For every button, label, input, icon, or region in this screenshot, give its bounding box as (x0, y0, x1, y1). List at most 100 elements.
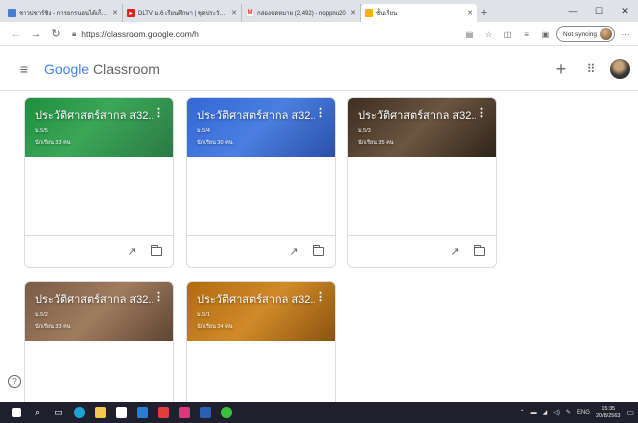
browser-tab-strip: ชาวบ่ชาร์ชิง - การยกรนอนได้เก็บมินิบ ✕ ▸… (0, 0, 638, 22)
browser-tab-2[interactable]: ▸ DLTV ม.6 เรียนศึกษา | ชุดประวัติศา ✕ (123, 4, 242, 22)
close-icon[interactable]: ✕ (231, 9, 237, 17)
app-logo[interactable]: Google Classroom (44, 61, 160, 77)
course-banner[interactable]: ประวัติศาสตร์สากล ส32... ม.5/3 นักเรียน … (348, 98, 496, 157)
more-icon[interactable]: ⋯ (617, 24, 634, 44)
folder-icon[interactable] (147, 243, 165, 261)
word-icon[interactable] (195, 402, 216, 423)
more-vert-icon[interactable]: ⋮ (315, 290, 326, 303)
chevron-up-icon[interactable]: ⌃ (520, 409, 525, 416)
course-title[interactable]: ประวัติศาสตร์สากล ส32... (197, 106, 315, 124)
clock-date: 20/8/2563 (595, 412, 621, 419)
course-footer: ↗ (25, 235, 173, 267)
course-title[interactable]: ประวัติศาสตร์สากล ส32... (358, 106, 476, 124)
course-banner[interactable]: ประวัติศาสตร์สากล ส32... ม.5/2 นักเรียน … (25, 282, 173, 341)
task-view-icon[interactable]: ▭ (48, 402, 69, 423)
gmail-icon: M (246, 9, 254, 17)
course-title[interactable]: ประวัติศาสตร์สากล ส32... (197, 290, 315, 308)
course-students: นักเรียน 33 คน (35, 140, 71, 146)
close-icon[interactable]: ✕ (467, 9, 473, 17)
more-vert-icon[interactable]: ⋮ (153, 290, 164, 303)
notification-icon[interactable]: ▭ (626, 408, 634, 417)
back-icon[interactable]: ← (6, 24, 26, 44)
url-text: https://classroom.google.com/h (81, 28, 199, 39)
trending-icon[interactable]: ↗ (285, 243, 303, 261)
system-tray: ⌃ ▬ ◢ ◁) ✎ ENG 15:35 20/8/2563 ▭ (520, 402, 634, 423)
page-icon (8, 9, 16, 17)
course-banner[interactable]: ประวัติศาสตร์สากล ส32... ม.5/1 นักเรียน … (187, 282, 335, 341)
course-card[interactable]: ประวัติศาสตร์สากล ส32... ม.5/1 นักเรียน … (186, 281, 336, 420)
edge-icon[interactable] (69, 402, 90, 423)
windows-taskbar: ⌕ ▭ ⌃ ▬ ◢ ◁) ✎ ENG 15:35 20/8/2563 ▭ (0, 402, 638, 423)
classroom-header: ≡ Google Classroom + ⠿ (0, 47, 638, 91)
clock[interactable]: 15:35 20/8/2563 (596, 406, 620, 420)
course-body (187, 157, 335, 235)
app-red-icon[interactable] (153, 402, 174, 423)
windows-start-icon[interactable] (6, 402, 27, 423)
sync-button[interactable]: Not syncing (556, 26, 615, 42)
course-banner[interactable]: ประวัติศาสตร์สากล ส32... ม.5/4 นักเรียน … (187, 98, 335, 157)
close-icon[interactable]: ✕ (112, 9, 118, 17)
course-card[interactable]: ประวัติศาสตร์สากล ส32... ม.5/3 นักเรียน … (347, 97, 497, 268)
course-body (348, 157, 496, 235)
clock-time: 15:35 (601, 405, 616, 412)
network-icon[interactable]: ◢ (543, 409, 548, 416)
app-pink-icon[interactable] (174, 402, 195, 423)
close-icon[interactable]: ✕ (350, 9, 356, 17)
add-icon[interactable]: + (550, 54, 572, 84)
store-icon[interactable] (111, 402, 132, 423)
account-avatar[interactable] (610, 59, 630, 79)
battery-icon[interactable]: ▬ (531, 410, 537, 416)
course-banner[interactable]: ประวัติศาสตร์สากล ส32... ม.5/5 นักเรียน … (25, 98, 173, 157)
more-vert-icon[interactable]: ⋮ (476, 106, 487, 119)
course-title[interactable]: ประวัติศาสตร์สากล ส32... (35, 106, 153, 124)
search-icon[interactable]: ⌕ (27, 402, 48, 423)
window-controls: — ☐ ✕ (560, 0, 638, 22)
apps-grid-icon[interactable]: ⠿ (580, 54, 602, 84)
course-card[interactable]: ประวัติศาสตร์สากล ส32... ม.5/5 นักเรียน … (24, 97, 174, 268)
course-title[interactable]: ประวัติศาสตร์สากล ส32... (35, 290, 153, 308)
url-field[interactable]: 🔒︎ https://classroom.google.com/h (72, 29, 452, 39)
more-vert-icon[interactable]: ⋮ (153, 106, 164, 119)
pen-icon[interactable]: ✎ (566, 409, 571, 416)
youtube-icon: ▸ (127, 9, 135, 17)
language-indicator[interactable]: ENG (577, 410, 590, 416)
trending-icon[interactable]: ↗ (446, 243, 464, 261)
browser-tab-1[interactable]: ชาวบ่ชาร์ชิง - การยกรนอนได้เก็บมินิบ ✕ (4, 4, 123, 22)
sync-label: Not syncing (563, 30, 597, 38)
course-students: นักเรียน 30 คน (197, 140, 233, 146)
course-section: ม.5/3 (358, 128, 371, 134)
browser-tab-3[interactable]: M กล่องจดหมาย (2,492) - noppnu20 ✕ (242, 4, 361, 22)
file-explorer-icon[interactable] (90, 402, 111, 423)
course-card[interactable]: ประวัติศาสตร์สากล ส32... ม.5/4 นักเรียน … (186, 97, 336, 268)
course-students: นักเรียน 33 คน (35, 324, 71, 330)
course-card[interactable]: ประวัติศาสตร์สากล ส32... ม.5/2 นักเรียน … (24, 281, 174, 420)
extension-icon[interactable]: ◫ (499, 24, 516, 44)
favorite-star-icon[interactable]: ☆ (480, 24, 497, 44)
minimize-icon[interactable]: — (560, 0, 586, 22)
volume-icon[interactable]: ◁) (553, 409, 560, 416)
trending-icon[interactable]: ↗ (123, 243, 141, 261)
course-students: นักเรียน 34 คน (197, 324, 233, 330)
mail-icon[interactable] (132, 402, 153, 423)
maximize-icon[interactable]: ☐ (586, 0, 612, 22)
new-tab-button[interactable]: + (477, 4, 491, 22)
collections-icon[interactable]: ▣ (537, 24, 554, 44)
browser-tab-4[interactable]: ชั้นเรียน ✕ (361, 4, 477, 22)
folder-icon[interactable] (470, 243, 488, 261)
favorites-list-icon[interactable]: ≡ (518, 24, 535, 44)
close-window-icon[interactable]: ✕ (612, 0, 638, 22)
course-body (25, 157, 173, 235)
line-icon[interactable] (216, 402, 237, 423)
course-section: ม.5/4 (197, 128, 210, 134)
profile-avatar (600, 28, 612, 40)
help-icon[interactable]: ? (8, 375, 21, 388)
refresh-icon[interactable]: ↻ (46, 24, 66, 44)
brand-google: Google (44, 60, 90, 77)
reader-icon[interactable]: ▤ (461, 24, 478, 44)
more-vert-icon[interactable]: ⋮ (315, 106, 326, 119)
menu-icon[interactable]: ≡ (9, 54, 39, 84)
tab-label: ชาวบ่ชาร์ชิง - การยกรนอนได้เก็บมินิบ (19, 11, 111, 17)
folder-icon[interactable] (309, 243, 327, 261)
forward-icon[interactable]: → (26, 24, 46, 44)
course-section: ม.5/1 (197, 312, 210, 318)
